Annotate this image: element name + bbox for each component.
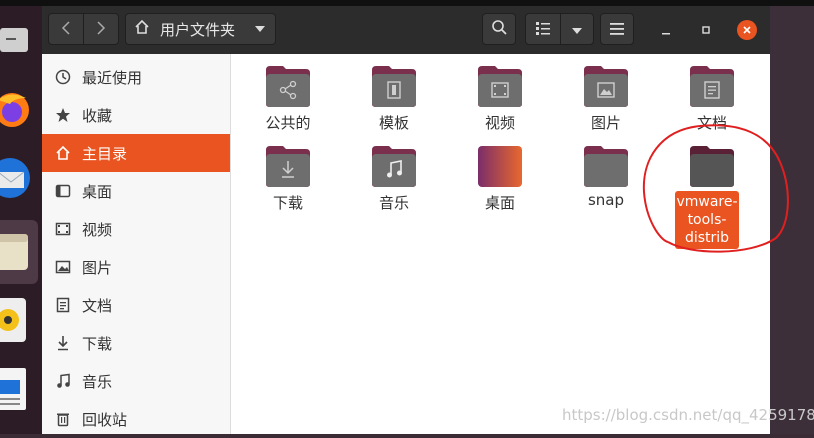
menu-button[interactable] bbox=[600, 13, 634, 45]
share-folder-icon bbox=[266, 66, 310, 107]
folder-label: 文档 bbox=[696, 114, 727, 132]
folder-label: snap bbox=[587, 191, 625, 209]
writer-icon[interactable] bbox=[0, 366, 40, 416]
download-folder-icon bbox=[266, 146, 310, 187]
sidebar-item-home[interactable]: 主目录 bbox=[42, 134, 230, 172]
folder-label: vmware-tools-distrib bbox=[675, 191, 739, 249]
sidebar-item-trash[interactable]: 回收站 bbox=[42, 400, 230, 438]
minimize-button[interactable] bbox=[656, 20, 676, 40]
sidebar-item-label: 回收站 bbox=[82, 410, 128, 429]
back-button[interactable] bbox=[48, 13, 84, 45]
search-icon bbox=[491, 19, 507, 39]
folder-item[interactable]: 下载 bbox=[243, 144, 333, 254]
sidebar-item-recent[interactable]: 最近使用 bbox=[42, 58, 230, 96]
music-icon bbox=[54, 372, 72, 390]
clock-icon bbox=[54, 68, 72, 86]
folder-label: 图片 bbox=[590, 114, 621, 132]
folder-label: 模板 bbox=[378, 114, 409, 132]
video-icon bbox=[54, 220, 72, 238]
sidebar-item-label: 最近使用 bbox=[82, 68, 143, 87]
sidebar-item-downloads[interactable]: 下载 bbox=[42, 324, 230, 362]
sidebar: 最近使用 收藏 主目录 桌面 视频 图片 文档 下载 音乐 回收站 bbox=[42, 54, 231, 434]
sidebar-item-label: 图片 bbox=[82, 258, 113, 277]
document-icon bbox=[54, 296, 72, 314]
star-icon bbox=[54, 106, 72, 124]
music-folder-icon bbox=[372, 146, 416, 187]
folder-item[interactable]: 桌面 bbox=[455, 144, 545, 254]
search-button[interactable] bbox=[482, 13, 516, 45]
sidebar-item-label: 下载 bbox=[82, 334, 113, 353]
template-folder-icon bbox=[372, 66, 416, 107]
dock-partial-icon[interactable] bbox=[0, 24, 40, 56]
home-icon bbox=[54, 144, 72, 162]
folder-icon bbox=[584, 146, 628, 187]
files-icon[interactable] bbox=[0, 230, 40, 278]
rhythmbox-icon[interactable] bbox=[0, 298, 40, 346]
watermark-text: https://blog.csdn.net/qq_42591783 bbox=[562, 406, 814, 424]
folder-label: 视频 bbox=[484, 114, 515, 132]
chevron-down-icon bbox=[571, 20, 583, 39]
minimize-icon bbox=[662, 33, 670, 35]
sidebar-item-label: 主目录 bbox=[82, 144, 128, 163]
sidebar-item-videos[interactable]: 视频 bbox=[42, 210, 230, 248]
path-bar-button[interactable]: 用户文件夹 bbox=[125, 13, 276, 45]
forward-button[interactable] bbox=[83, 13, 119, 45]
folder-label: 下载 bbox=[272, 194, 303, 212]
desktop-icon bbox=[54, 182, 72, 200]
sidebar-item-label: 文档 bbox=[82, 296, 113, 315]
firefox-icon[interactable] bbox=[0, 90, 40, 134]
file-grid: 公共的 模板 视频 图片 文档 下载 音乐 桌面 snap vmware-too… bbox=[231, 54, 770, 434]
header-bar: 用户文件夹 bbox=[42, 6, 770, 55]
folder-label: 音乐 bbox=[378, 194, 409, 212]
dropdown-arrow-icon bbox=[255, 26, 265, 32]
file-manager-window: 用户文件夹 最近使用 收藏 主目录 桌面 视频 图片 文档 下载 音乐 回收站 … bbox=[42, 6, 770, 434]
maximize-button[interactable] bbox=[696, 20, 716, 40]
sidebar-item-pictures[interactable]: 图片 bbox=[42, 248, 230, 286]
close-button[interactable] bbox=[737, 20, 757, 40]
sidebar-item-documents[interactable]: 文档 bbox=[42, 286, 230, 324]
dock bbox=[0, 6, 42, 434]
desktop-folder-icon bbox=[478, 146, 522, 187]
view-options-dropdown[interactable] bbox=[560, 13, 594, 45]
maximize-icon bbox=[702, 26, 710, 34]
sidebar-item-label: 音乐 bbox=[82, 372, 113, 391]
folder-item[interactable]: 音乐 bbox=[349, 144, 439, 254]
sidebar-item-starred[interactable]: 收藏 bbox=[42, 96, 230, 134]
sidebar-item-music[interactable]: 音乐 bbox=[42, 362, 230, 400]
home-icon bbox=[134, 19, 150, 39]
folder-label: 公共的 bbox=[265, 114, 311, 132]
folder-item[interactable]: snap bbox=[561, 144, 651, 254]
video-folder-icon bbox=[478, 66, 522, 107]
folder-icon bbox=[690, 146, 734, 187]
chevron-right-icon bbox=[96, 20, 106, 39]
desktop-background bbox=[770, 6, 814, 434]
path-label: 用户文件夹 bbox=[160, 20, 236, 39]
sidebar-item-label: 桌面 bbox=[82, 182, 113, 201]
sidebar-item-desktop[interactable]: 桌面 bbox=[42, 172, 230, 210]
document-folder-icon bbox=[690, 66, 734, 107]
thunderbird-icon[interactable] bbox=[0, 156, 40, 204]
list-view-icon bbox=[535, 20, 551, 39]
close-icon bbox=[743, 26, 751, 34]
hamburger-icon bbox=[610, 20, 624, 39]
sidebar-item-label: 视频 bbox=[82, 220, 113, 239]
list-view-button[interactable] bbox=[525, 13, 561, 45]
folder-item-selected[interactable]: vmware-tools-distrib bbox=[667, 144, 757, 254]
picture-icon bbox=[54, 258, 72, 276]
chevron-left-icon bbox=[61, 20, 71, 39]
download-icon bbox=[54, 334, 72, 352]
sidebar-item-label: 收藏 bbox=[82, 106, 113, 125]
trash-icon bbox=[54, 410, 72, 428]
picture-folder-icon bbox=[584, 66, 628, 107]
folder-label: 桌面 bbox=[484, 194, 515, 212]
